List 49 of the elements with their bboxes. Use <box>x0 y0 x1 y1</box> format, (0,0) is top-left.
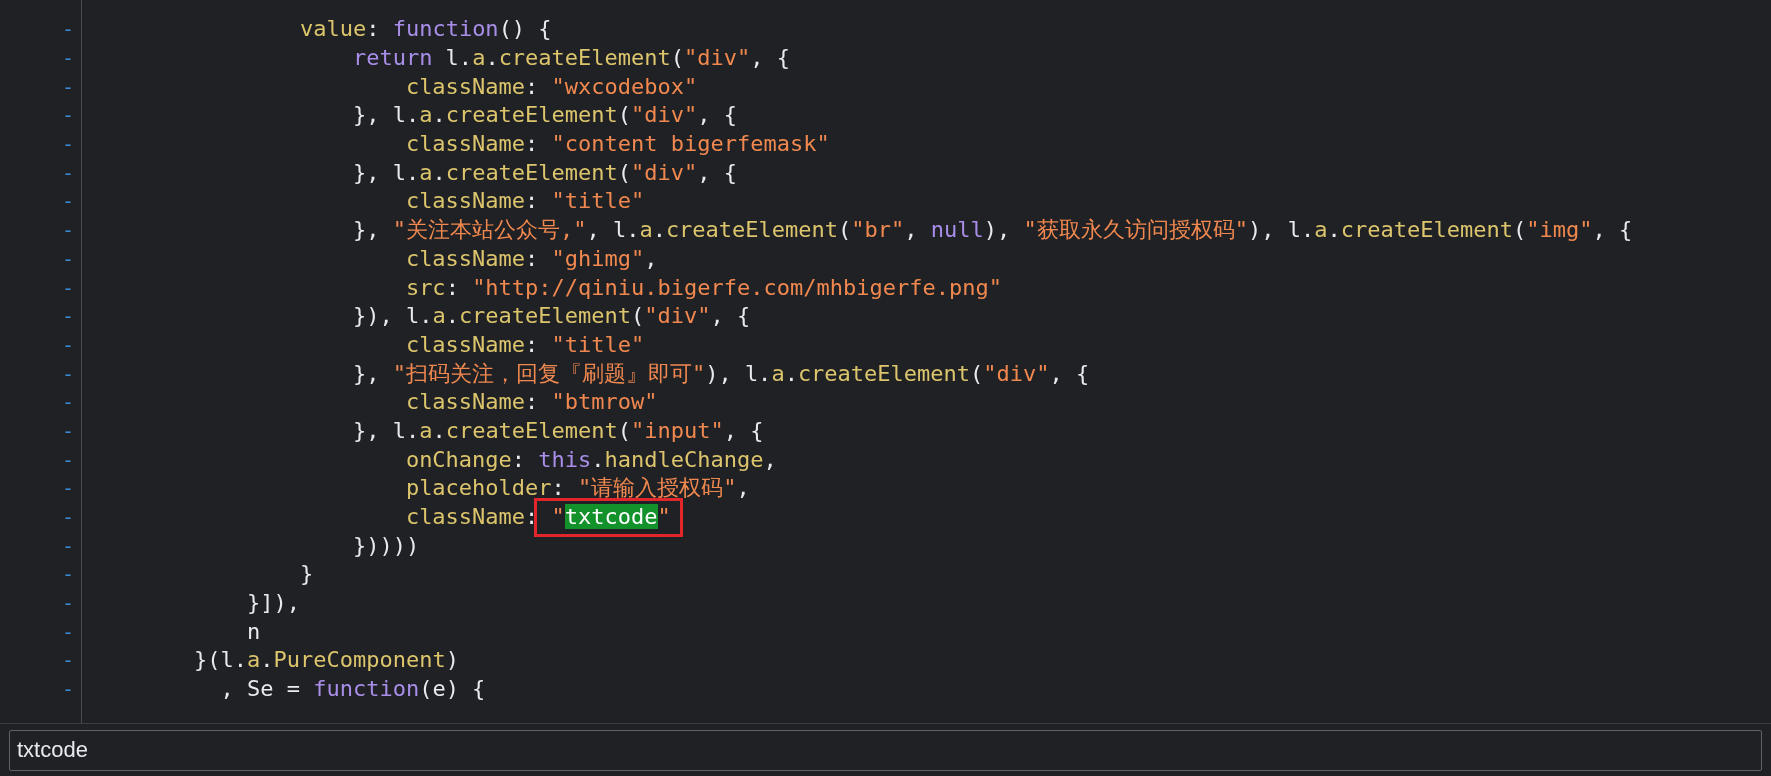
code-line: className: "wxcodebox" <box>404 72 698 101</box>
diff-marker: - <box>61 478 74 499</box>
diff-marker: - <box>61 679 74 700</box>
diff-marker: - <box>61 76 74 97</box>
diff-marker: - <box>61 650 74 671</box>
diff-marker: - <box>61 191 74 212</box>
code-line: }, l.a.createElement("input", { <box>351 416 764 445</box>
diff-marker: - <box>61 19 74 40</box>
code-line: src: "http://qiniu.bigerfe.com/mhbigerfe.png" <box>404 273 1002 302</box>
diff-marker: - <box>61 306 74 327</box>
code-line: }), l.a.createElement("div", { <box>351 302 751 331</box>
code-line: n <box>245 617 261 646</box>
code-line: className: "title" <box>404 187 645 216</box>
code-line: }, "扫码关注，回复『刷题』即可"), l.a.createElement("div", { <box>351 359 1090 388</box>
diff-marker: - <box>61 420 74 441</box>
diff-marker: - <box>61 621 74 642</box>
code-line: className: "title" <box>404 330 645 359</box>
code-line: return l.a.createElement("div", { <box>351 44 791 73</box>
code-line: className: "ghimg", <box>404 244 658 273</box>
diff-marker: - <box>61 535 74 556</box>
diff-marker: - <box>61 507 74 528</box>
diff-marker: - <box>61 162 74 183</box>
code-line: className: "txtcode" <box>88 503 671 532</box>
diff-marker: - <box>61 564 74 585</box>
search-field[interactable]: txtcode <box>9 729 1762 771</box>
diff-marker: - <box>61 593 74 614</box>
diff-marker: - <box>61 105 74 126</box>
code-line: onChange: this.handleChange, <box>404 445 777 474</box>
code-line: className: "btmrow" <box>404 388 658 417</box>
diff-marker: - <box>61 363 74 384</box>
code-line: }, "关注本站公众号,", l.a.createElement("br", null), "获取永久访问授权码"), l.a.createElement("img", { <box>351 216 1633 245</box>
diff-marker: - <box>61 334 74 355</box>
diff-marker: - <box>61 248 74 269</box>
diff-marker: - <box>61 277 74 298</box>
code-line: }]), <box>245 589 300 618</box>
code-line: })))) <box>351 531 420 560</box>
code-line: }, l.a.createElement("div", { <box>351 158 738 187</box>
code-line: placeholder: "请输入授权码", <box>404 474 750 503</box>
code-line: className: "content bigerfemask" <box>404 130 830 159</box>
code-line: value: function() { <box>298 15 552 44</box>
diff-marker: - <box>61 392 74 413</box>
diff-marker: - <box>61 48 74 69</box>
code-line: , Se = function(e) { <box>219 675 486 704</box>
code-line: } <box>298 560 314 589</box>
diff-marker: - <box>61 220 74 241</box>
diff-marker: - <box>61 449 74 470</box>
code-line: }, l.a.createElement("div", { <box>351 101 738 130</box>
diff-marker: - <box>61 134 74 155</box>
code-line: }(l.a.PureComponent) <box>192 646 459 675</box>
